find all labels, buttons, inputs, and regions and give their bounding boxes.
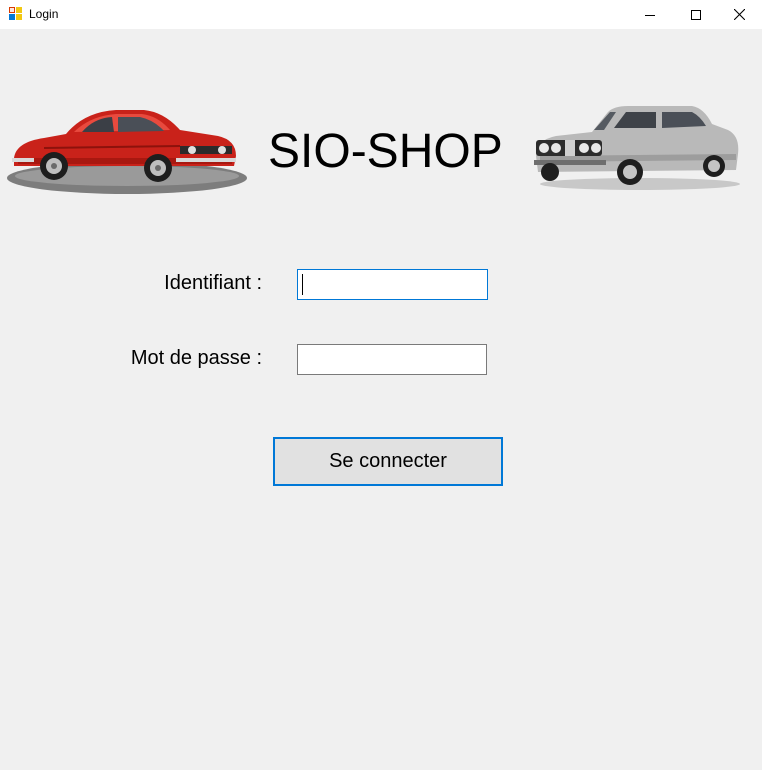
- close-icon: [733, 9, 745, 20]
- title-bar[interactable]: Login: [0, 0, 762, 29]
- maximize-icon: [691, 9, 701, 20]
- username-input[interactable]: [297, 269, 488, 300]
- minimize-button[interactable]: [627, 0, 673, 29]
- login-window: Login SIO-SHOP Identifiant: Mot de pass…: [0, 0, 762, 770]
- password-label: Mot de passe :: [130, 347, 262, 369]
- login-button[interactable]: Se connecter: [273, 437, 503, 486]
- brand-title: SIO-SHOP: [268, 125, 503, 178]
- silver-car-image: [534, 106, 740, 190]
- maximize-button[interactable]: [673, 0, 719, 29]
- app-form-icon: [9, 7, 22, 20]
- red-car-image: [7, 110, 247, 194]
- window-title: Login: [29, 7, 59, 21]
- close-button[interactable]: [716, 0, 762, 29]
- text-caret: [302, 274, 303, 295]
- password-input[interactable]: [297, 344, 487, 375]
- username-label: Identifiant :: [164, 272, 262, 294]
- minimize-icon: [645, 14, 655, 16]
